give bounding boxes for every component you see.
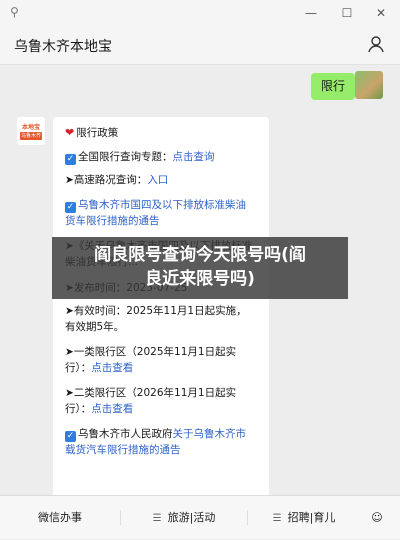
- heart-icon: ❤: [65, 126, 75, 139]
- overlay-title-line2: 良近来限号吗): [145, 269, 255, 289]
- bot-avatar[interactable]: 本地宝 乌鲁木齐: [17, 117, 45, 145]
- line-text: 高速路况查询：: [73, 174, 148, 186]
- line-text: 行）：: [65, 362, 92, 374]
- bot-message-line[interactable]: 行）：点击查看: [65, 360, 133, 376]
- bottom-menu: 微信办事 ☰ 旅游|活动 ☰ 招聘|育儿 ☺: [0, 495, 400, 539]
- bot-message-line: ➤二类限行区（2026年11月1日起实: [65, 385, 236, 401]
- checkbox-icon: ✓: [65, 202, 76, 213]
- arrow-icon: ➤: [65, 305, 74, 317]
- menu-jobs-parenting[interactable]: ☰ 招聘|育儿: [248, 496, 360, 539]
- window-titlebar: ⚲ — ☐ ✕: [0, 0, 400, 26]
- menu-label: 微信办事: [38, 511, 82, 524]
- bot-message-line: ➤一类限行区（2025年11月1日起实: [65, 344, 236, 360]
- line-link[interactable]: 入口: [147, 174, 168, 186]
- menu-wechat-services[interactable]: 微信办事: [0, 496, 120, 539]
- close-icon[interactable]: ✕: [372, 4, 390, 22]
- bot-message-line[interactable]: ➤高速路况查询：入口: [65, 172, 168, 188]
- pin-icon[interactable]: ⚲: [10, 5, 19, 19]
- chat-title: 乌鲁木齐本地宝: [14, 39, 112, 55]
- line-text: 一类限行区（2025年11月1日起实: [73, 346, 237, 358]
- line-link[interactable]: 点击查看: [91, 403, 133, 415]
- line-text: 有效期5年。: [65, 321, 125, 333]
- chat-header: 乌鲁木齐本地宝: [0, 26, 400, 65]
- arrow-icon: ➤: [65, 174, 74, 186]
- user-avatar[interactable]: [355, 71, 383, 99]
- bot-message-line[interactable]: ✓ 乌鲁木齐市国四及以下排放标准柴油: [65, 197, 246, 213]
- bot-message-bubble: ❤ 限行政策 ✓ 全国限行查询专题：点击查询 ➤高速路况查询：入口 ✓ 乌鲁木齐市国四及以下…: [53, 117, 269, 495]
- menu-label: 旅游|活动: [167, 511, 216, 524]
- bot-message-line[interactable]: 载货汽车限行措施的通告: [65, 442, 181, 458]
- line-link[interactable]: 货车限行措施的通告: [65, 215, 160, 227]
- line-text: 行）：: [65, 403, 92, 415]
- line-link[interactable]: 点击查看: [91, 362, 133, 374]
- bot-message-line: ❤ 限行政策: [65, 125, 118, 141]
- overlay-title-line1: 阎良限号查询今天限号吗(阎: [94, 245, 306, 265]
- line-link[interactable]: 载货汽车限行措施的通告: [65, 444, 181, 456]
- line-text: 全国限行查询专题：: [78, 151, 173, 163]
- line-text: 有效时间：2025年11月1日起实施，: [73, 305, 247, 317]
- menu-travel-activities[interactable]: ☰ 旅游|活动: [121, 496, 247, 539]
- bot-message-line[interactable]: 行）：点击查看: [65, 401, 133, 417]
- menu-label: 招聘|育儿: [287, 511, 336, 524]
- keyboard-toggle-icon[interactable]: ☺: [362, 496, 392, 539]
- menu-list-icon: ☰: [152, 513, 162, 524]
- line-text: 二类限行区（2026年11月1日起实: [73, 387, 237, 399]
- arrow-icon: ➤: [65, 346, 74, 358]
- user-message: 限行: [310, 73, 362, 100]
- bot-message-line[interactable]: ✓ 乌鲁木齐市人民政府关于乌鲁木齐市: [65, 426, 246, 442]
- bot-avatar-logo: 本地宝: [21, 124, 40, 131]
- line-text: 乌鲁木齐市人民政府: [78, 428, 173, 440]
- line-link[interactable]: 乌鲁木齐市国四及以下排放标准柴油: [78, 199, 246, 211]
- arrow-icon: ➤: [65, 387, 74, 399]
- profile-icon[interactable]: [366, 34, 386, 54]
- overlay-banner: 阎良限号查询今天限号吗(阎 良近来限号吗): [52, 237, 348, 299]
- bot-avatar-city: 乌鲁木齐: [20, 132, 42, 140]
- line-link[interactable]: 关于乌鲁木齐市: [173, 428, 247, 440]
- line-link[interactable]: 点击查询: [173, 151, 215, 163]
- checkbox-icon: ✓: [65, 154, 76, 165]
- checkbox-icon: ✓: [65, 431, 76, 442]
- bot-message-line[interactable]: 货车限行措施的通告: [65, 213, 160, 229]
- line-text: 限行政策: [76, 127, 119, 139]
- bot-message-line: 有效期5年。: [65, 319, 124, 335]
- bot-message-line: ➤有效时间：2025年11月1日起实施，: [65, 303, 247, 319]
- bot-message-line[interactable]: ✓ 全国限行查询专题：点击查询: [65, 149, 215, 165]
- menu-list-icon: ☰: [272, 513, 282, 524]
- maximize-icon[interactable]: ☐: [338, 4, 356, 22]
- minimize-icon[interactable]: —: [302, 4, 320, 22]
